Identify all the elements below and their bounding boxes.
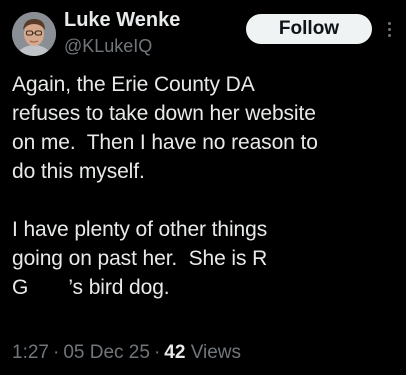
meta-separator: · [52,342,60,363]
more-vertical-icon[interactable] [382,18,396,40]
follow-button[interactable]: Follow [246,14,372,44]
more-dot [387,21,391,25]
views-count[interactable]: 42 [164,342,185,363]
tweet-text: Again, the Erie County DA refuses to tak… [12,70,400,302]
tweet-line: I have plenty of other things [12,218,268,241]
meta-separator: · [153,342,161,363]
tweet-line: refuses to take down her website [12,102,316,125]
author-display-name[interactable]: Luke Wenke [64,8,180,32]
tweet-line: G ’s bird dog. [12,276,170,299]
more-dot [387,33,391,37]
user-avatar-icon [12,12,56,56]
more-dot [387,27,391,31]
tweet-line: going on past her. She is R [12,247,268,270]
tweet-date[interactable]: 05 Dec 25 [63,342,150,363]
tweet-line: Again, the Erie County DA [12,73,255,96]
tweet-time[interactable]: 1:27 [12,342,49,363]
avatar[interactable] [12,12,56,56]
tweet-meta: 1:27 · 05 Dec 25 · 42 Views [12,341,241,365]
views-label: Views [190,342,242,363]
tweet-line: on me. Then I have no reason to [12,131,318,154]
tweet-line: do this myself. [12,160,145,183]
author-handle[interactable]: @KLukeIQ [64,35,152,57]
